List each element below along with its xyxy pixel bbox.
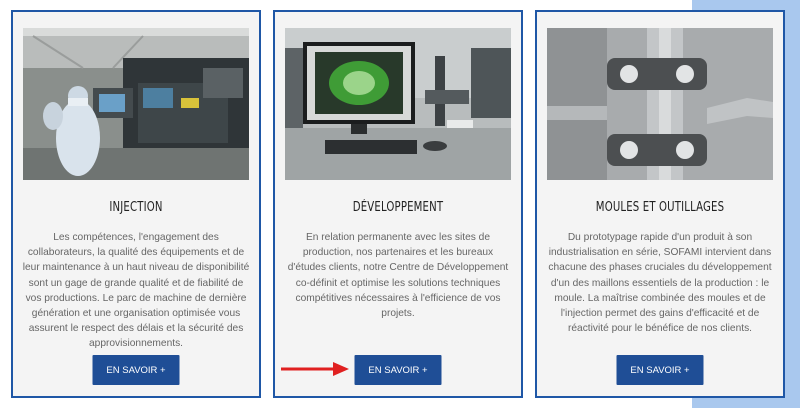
- card-text-injection: Les compétences, l'engagement des collab…: [22, 232, 250, 350]
- card-developpement: DÉVELOPPEMENT En relation permanente ave…: [273, 10, 523, 398]
- card-title-moules: MOULES ET OUTILLAGES: [595, 200, 725, 215]
- card-moules-outillages: MOULES ET OUTILLAGES Du prototypage rapi…: [535, 10, 785, 398]
- moules-photo: [547, 28, 773, 180]
- developpement-photo: [285, 28, 511, 180]
- card-text-moules: Du prototypage rapide d'un produit à son…: [548, 232, 772, 335]
- injection-photo: [23, 28, 249, 180]
- learn-more-button-developpement[interactable]: EN SAVOIR +: [354, 355, 442, 385]
- card-text-developpement: En relation permanente avec les sites de…: [287, 232, 509, 320]
- card-title-injection: INJECTION: [109, 200, 163, 215]
- learn-more-button-injection[interactable]: EN SAVOIR +: [92, 355, 180, 385]
- card-injection: INJECTION Les compétences, l'engagement …: [11, 10, 261, 398]
- learn-more-button-moules[interactable]: EN SAVOIR +: [616, 355, 704, 385]
- red-arrow-icon: [281, 362, 349, 376]
- card-title-developpement: DÉVELOPPEMENT: [352, 200, 444, 215]
